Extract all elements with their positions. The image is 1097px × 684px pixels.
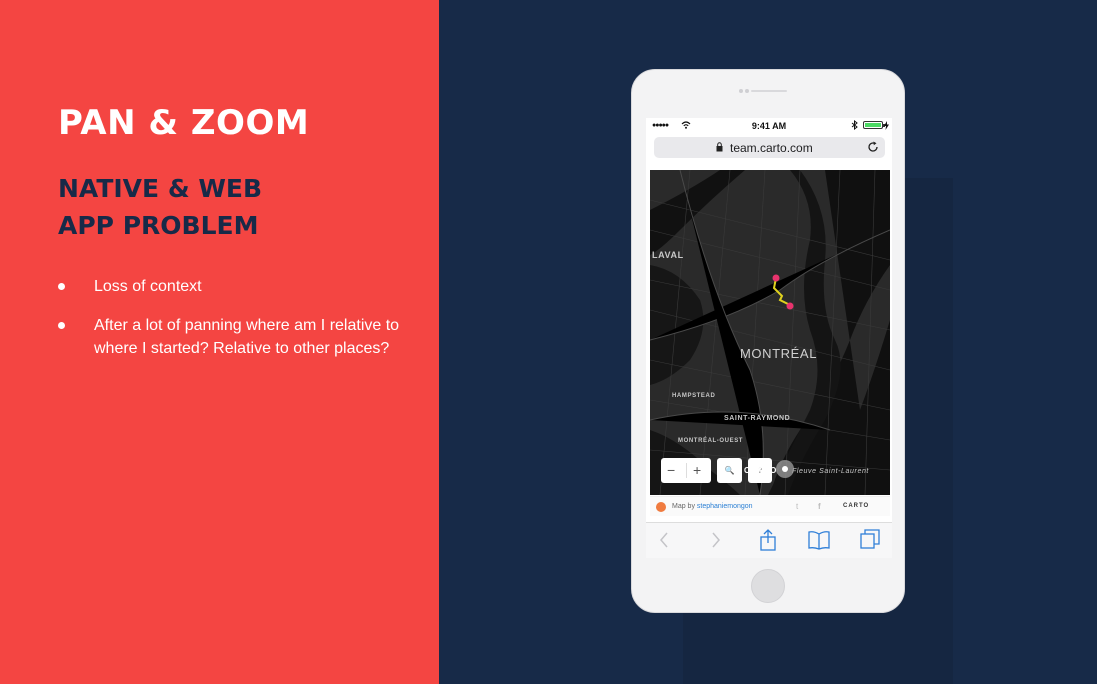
map-label-montreal-ouest: MONTRÉAL-OUEST bbox=[678, 438, 744, 444]
back-icon[interactable] bbox=[658, 531, 670, 549]
reload-icon[interactable] bbox=[867, 141, 879, 153]
battery-icon bbox=[863, 121, 885, 129]
phone-mockup: ●●●●● 9:41 AM team.carto.com LAVAL MONTR… bbox=[631, 69, 905, 613]
home-button[interactable] bbox=[751, 569, 785, 603]
bullet-dot-icon bbox=[58, 283, 65, 290]
bullet-item: After a lot of panning where am I relati… bbox=[58, 314, 408, 360]
browser-toolbar bbox=[646, 522, 892, 558]
phone-screen: ●●●●● 9:41 AM team.carto.com LAVAL MONTR… bbox=[646, 118, 892, 558]
bullet-dot-icon bbox=[58, 322, 65, 329]
zoom-in-button[interactable]: + bbox=[693, 462, 701, 478]
forward-icon[interactable] bbox=[710, 531, 722, 549]
tabs-icon[interactable] bbox=[860, 529, 880, 549]
status-bar: ●●●●● 9:41 AM bbox=[646, 118, 892, 134]
map-label-montreal: MONTRÉAL bbox=[740, 346, 818, 361]
attribution-prefix: Map by bbox=[672, 503, 697, 510]
bullet-text: Loss of context bbox=[94, 278, 202, 295]
route-end-marker bbox=[786, 302, 794, 310]
sensor-dot-icon bbox=[745, 89, 749, 93]
slide-subtitle: NATIVE & WEB APP PROBLEM bbox=[58, 170, 262, 244]
map-label-hampstead: HAMPSTEAD bbox=[672, 393, 716, 399]
route-start-marker bbox=[772, 274, 780, 282]
map-search-button[interactable]: 🔍 bbox=[717, 458, 742, 483]
bullet-item: Loss of context bbox=[58, 275, 408, 298]
attribution-text: Map by stephaniemongon bbox=[672, 503, 753, 510]
map-label-saint-raymond: SAINT-RAYMOND bbox=[724, 415, 791, 422]
map-label-saint-laurent: Fleuve Saint-Laurent bbox=[792, 468, 869, 475]
subtitle-line-2: APP PROBLEM bbox=[58, 211, 259, 240]
map-view[interactable]: LAVAL MONTRÉAL HAMPSTEAD SAINT-RAYMOND M… bbox=[650, 170, 890, 495]
bookmarks-icon[interactable] bbox=[808, 530, 830, 550]
map-attribution: Map by stephaniemongon t f CARTO bbox=[650, 496, 890, 516]
share-icon[interactable] bbox=[759, 529, 777, 551]
phone-earpiece bbox=[739, 89, 799, 93]
route-line bbox=[772, 274, 794, 310]
slide-title: PAN & ZOOM bbox=[58, 103, 310, 143]
charging-bolt-icon bbox=[884, 121, 889, 130]
bluetooth-icon bbox=[851, 120, 858, 130]
facebook-icon[interactable]: f bbox=[818, 502, 821, 511]
carto-logo: CARTO bbox=[843, 503, 870, 509]
url-text: team.carto.com bbox=[730, 141, 813, 155]
zoom-out-button[interactable]: − bbox=[667, 462, 675, 478]
attribution-user-link[interactable]: stephaniemongon bbox=[697, 503, 753, 510]
subtitle-line-1: NATIVE & WEB bbox=[58, 174, 263, 203]
url-bar[interactable]: team.carto.com bbox=[654, 137, 885, 158]
touch-indicator-icon bbox=[776, 460, 794, 478]
bullet-list: Loss of context After a lot of panning w… bbox=[58, 275, 408, 376]
map-overlay-logo: CARTO bbox=[744, 466, 778, 475]
camera-dot-icon bbox=[739, 89, 743, 93]
lock-icon bbox=[716, 142, 723, 152]
speaker-slot bbox=[751, 90, 787, 92]
twitter-icon[interactable]: t bbox=[796, 502, 798, 511]
zoom-control: − + bbox=[661, 458, 711, 483]
zoom-divider bbox=[686, 463, 687, 478]
map-label-laval: LAVAL bbox=[652, 250, 684, 260]
author-avatar-icon bbox=[656, 502, 666, 512]
bullet-text: After a lot of panning where am I relati… bbox=[94, 317, 400, 357]
